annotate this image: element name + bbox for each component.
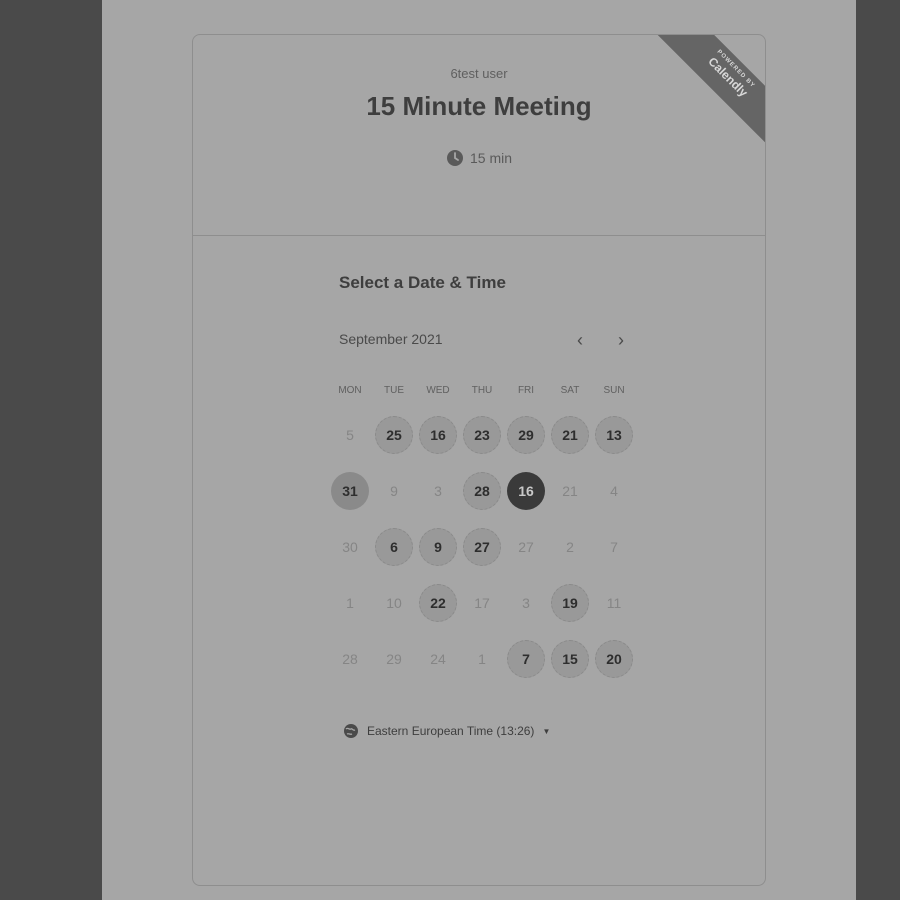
weekday-label: THU xyxy=(471,385,493,396)
calendar-cell: 29 xyxy=(372,631,416,687)
calendar-cell: 22 xyxy=(416,575,460,631)
caret-down-icon: ▼ xyxy=(542,726,551,736)
calendar-cell: 31 xyxy=(328,463,372,519)
selected-date-button[interactable]: 16 xyxy=(507,472,545,510)
weekday-header: MON TUE WED THU FRI SAT SUN xyxy=(328,385,636,396)
date-disabled: 11 xyxy=(606,595,622,611)
date-disabled: 7 xyxy=(610,539,618,555)
month-navigation: September 2021 ‹ › xyxy=(339,329,632,355)
calendar-cell: 21 xyxy=(548,407,592,463)
date-button[interactable]: 23 xyxy=(463,416,501,454)
calendar-cell: 2 xyxy=(548,519,592,575)
date-button[interactable]: 28 xyxy=(463,472,501,510)
calendar-cell: 27 xyxy=(504,519,548,575)
calendar-cell: 29 xyxy=(504,407,548,463)
date-disabled: 3 xyxy=(434,483,442,499)
date-button[interactable]: 7 xyxy=(507,640,545,678)
calendar-cell: 1 xyxy=(460,631,504,687)
section-title: Select a Date & Time xyxy=(339,273,506,292)
calendar-cell: 19 xyxy=(548,575,592,631)
calendar-cell: 30 xyxy=(328,519,372,575)
date-button[interactable]: 22 xyxy=(419,584,457,622)
date-disabled: 10 xyxy=(386,595,402,611)
date-button[interactable]: 20 xyxy=(595,640,633,678)
calendar-cell: 23 xyxy=(460,407,504,463)
date-button[interactable]: 21 xyxy=(551,416,589,454)
date-disabled: 30 xyxy=(342,539,358,555)
date-button[interactable]: 19 xyxy=(551,584,589,622)
clock-icon xyxy=(446,149,464,167)
ribbon-band: POWERED BY Calendly xyxy=(653,35,765,152)
date-button[interactable]: 29 xyxy=(507,416,545,454)
date-button[interactable]: 27 xyxy=(463,528,501,566)
calendar-cell: 25 xyxy=(372,407,416,463)
weekday-label: FRI xyxy=(517,385,535,396)
calendar-cell: 16 xyxy=(504,463,548,519)
date-button[interactable]: 31 xyxy=(331,472,369,510)
calendar-cell: 28 xyxy=(328,631,372,687)
date-button[interactable]: 16 xyxy=(419,416,457,454)
calendar-cell: 20 xyxy=(592,631,636,687)
date-disabled: 17 xyxy=(474,595,490,611)
timezone-label: Eastern European Time (13:26) xyxy=(367,724,535,738)
calendar-cell: 9 xyxy=(416,519,460,575)
ribbon-powered-by: POWERED BY xyxy=(715,49,756,90)
calendar-cell: 11 xyxy=(592,575,636,631)
calendar-cell: 7 xyxy=(504,631,548,687)
date-button[interactable]: 25 xyxy=(375,416,413,454)
calendar-cell: 10 xyxy=(372,575,416,631)
duration-label: 15 min xyxy=(469,150,513,166)
date-disabled: 5 xyxy=(346,427,354,443)
booking-card: 6test user 15 Minute Meeting 15 min POWE… xyxy=(192,34,766,886)
date-disabled: 2 xyxy=(566,539,574,555)
weekday-label: MON xyxy=(338,385,362,396)
calendar-cell: 5 xyxy=(328,407,372,463)
calendar-cell: 24 xyxy=(416,631,460,687)
weekday-label: TUE xyxy=(384,385,404,396)
weekday-label: WED xyxy=(426,385,450,396)
calendar-cell: 9 xyxy=(372,463,416,519)
weekday-label: SAT xyxy=(560,385,580,396)
date-disabled: 1 xyxy=(478,651,486,667)
calendar-cell: 16 xyxy=(416,407,460,463)
date-button[interactable]: 9 xyxy=(419,528,457,566)
chevron-left-icon[interactable]: ‹ xyxy=(569,329,591,351)
calendar-cell: 27 xyxy=(460,519,504,575)
chevron-right-icon[interactable]: › xyxy=(610,329,632,351)
date-disabled: 21 xyxy=(562,483,578,499)
calendar-cell: 3 xyxy=(504,575,548,631)
date-disabled: 28 xyxy=(342,651,358,667)
calendar-cell: 21 xyxy=(548,463,592,519)
calendar-cell: 1 xyxy=(328,575,372,631)
powered-by-ribbon[interactable]: POWERED BY Calendly xyxy=(645,35,765,155)
date-disabled: 4 xyxy=(610,483,618,499)
weekday-label: SUN xyxy=(603,385,625,396)
calendar-cell: 4 xyxy=(592,463,636,519)
globe-icon xyxy=(343,723,359,739)
date-disabled: 3 xyxy=(522,595,530,611)
calendar-cell: 28 xyxy=(460,463,504,519)
date-disabled: 9 xyxy=(390,483,398,499)
date-disabled: 24 xyxy=(430,651,446,667)
date-disabled: 27 xyxy=(518,539,534,555)
month-label: September 2021 xyxy=(339,331,443,347)
timezone-selector[interactable]: Eastern European Time (13:26) ▼ xyxy=(343,723,550,739)
calendar-cell: 17 xyxy=(460,575,504,631)
calendar-cell: 15 xyxy=(548,631,592,687)
date-button[interactable]: 6 xyxy=(375,528,413,566)
calendar-cell: 3 xyxy=(416,463,460,519)
date-disabled: 29 xyxy=(386,651,402,667)
calendar-cell: 13 xyxy=(592,407,636,463)
event-header: 6test user 15 Minute Meeting 15 min POWE… xyxy=(193,35,765,236)
date-button[interactable]: 15 xyxy=(551,640,589,678)
calendar-cell: 6 xyxy=(372,519,416,575)
calendar-cell: 7 xyxy=(592,519,636,575)
calendar-grid: 5 25 16 23 29 21 13 31 9 3 28 16 21 4 30 6 9 27 27 2 7 1 10 22 1… xyxy=(328,407,636,687)
date-disabled: 1 xyxy=(346,595,354,611)
date-button[interactable]: 13 xyxy=(595,416,633,454)
